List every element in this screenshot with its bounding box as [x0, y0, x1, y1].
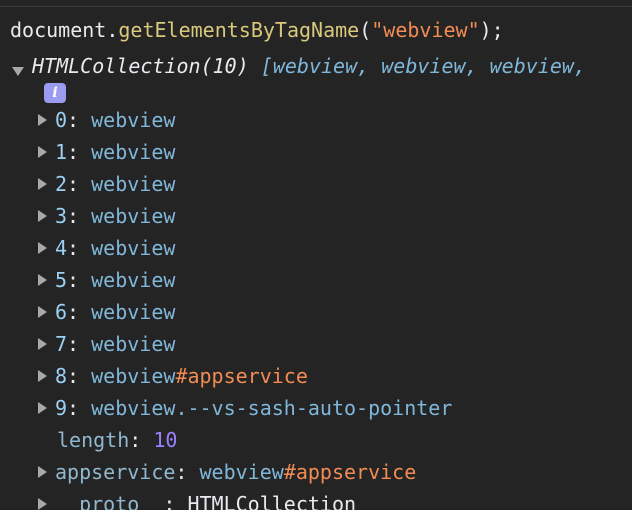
item-tag[interactable]: webview	[91, 108, 175, 132]
item-tag[interactable]: webview	[91, 300, 175, 324]
expand-triangle-icon[interactable]	[38, 497, 47, 510]
item-tag[interactable]: webview	[91, 236, 175, 260]
item-tag[interactable]: webview	[91, 268, 175, 292]
command-object: document	[10, 18, 107, 42]
expand-triangle-icon[interactable]	[38, 113, 47, 126]
collection-item[interactable]: 9: webview.--vs-sash-auto-pointer	[38, 392, 452, 424]
item-key: 0	[55, 108, 68, 132]
preview-open: [	[260, 54, 273, 78]
expand-triangle-icon[interactable]	[38, 369, 47, 382]
item-class-suffix: .--vs-sash-auto-pointer	[175, 396, 453, 420]
collection-item[interactable]: 7: webview	[38, 328, 175, 360]
command-argument: "webview"	[371, 18, 480, 42]
item-key: 8	[55, 364, 68, 388]
appservice-tag[interactable]: webview	[200, 460, 284, 484]
command-close: );	[479, 18, 504, 42]
console-command: document.getElementsByTagName("webview")…	[10, 14, 504, 46]
collection-item[interactable]: 3: webview	[38, 200, 175, 232]
length-value: 10	[153, 428, 178, 452]
result-header[interactable]: HTMLCollection(10) [webview, webview, we…	[12, 50, 586, 82]
item-key: 4	[55, 236, 68, 260]
expand-triangle-icon[interactable]	[38, 337, 47, 350]
expand-triangle-icon[interactable]	[38, 401, 47, 414]
collection-item[interactable]: 1: webview	[38, 136, 175, 168]
length-key: length	[57, 428, 130, 452]
item-key: 5	[55, 268, 68, 292]
command-dot: .	[106, 18, 119, 42]
appservice-property[interactable]: appservice: webview#appservice	[38, 456, 416, 488]
item-tag[interactable]: webview	[91, 140, 175, 164]
collection-item[interactable]: 4: webview	[38, 232, 175, 264]
appservice-key: appservice	[55, 460, 176, 484]
preview-sep-0: ,	[357, 54, 382, 78]
length-property: length: 10	[57, 428, 178, 452]
collection-item[interactable]: 8: webview#appservice	[38, 360, 308, 392]
proto-value: HTMLCollection	[187, 492, 357, 510]
item-tag[interactable]: webview	[91, 204, 175, 228]
result-type: HTMLCollection(10)	[32, 54, 249, 78]
preview-item-0: webview	[272, 54, 358, 78]
command-method: getElementsByTagName	[118, 18, 360, 42]
collection-item[interactable]: 2: webview	[38, 168, 175, 200]
item-tag[interactable]: webview	[91, 396, 175, 420]
expand-triangle-icon[interactable]	[38, 305, 47, 318]
proto-property[interactable]: __proto__: HTMLCollection	[38, 488, 356, 510]
collection-item[interactable]: 5: webview	[38, 264, 175, 296]
appservice-id-suffix: #appservice	[283, 460, 417, 484]
preview-item-2: webview	[489, 54, 574, 78]
item-tag[interactable]: webview	[91, 332, 175, 356]
item-id-suffix: #appservice	[175, 364, 308, 388]
preview-sep-1: ,	[465, 54, 490, 78]
expand-triangle-icon[interactable]	[38, 465, 47, 478]
expand-triangle-icon[interactable]	[38, 241, 47, 254]
info-icon[interactable]: i	[44, 83, 66, 103]
item-tag[interactable]: webview	[91, 172, 175, 196]
collection-item[interactable]: 6: webview	[38, 296, 175, 328]
item-key: 6	[55, 300, 68, 324]
collapse-triangle-icon[interactable]	[12, 67, 24, 76]
preview-trail: ,	[573, 54, 586, 78]
previous-output-divider	[0, 0, 632, 7]
item-key: 2	[55, 172, 68, 196]
preview-item-1: webview	[381, 54, 466, 78]
item-tag[interactable]: webview	[91, 364, 175, 388]
item-key: 1	[55, 140, 68, 164]
command-open-paren: (	[359, 18, 372, 42]
expand-triangle-icon[interactable]	[38, 209, 47, 222]
item-key: 9	[55, 396, 68, 420]
collection-item[interactable]: 0: webview	[38, 104, 175, 136]
expand-triangle-icon[interactable]	[38, 273, 47, 286]
item-key: 7	[55, 332, 68, 356]
expand-triangle-icon[interactable]	[38, 177, 47, 190]
item-key: 3	[55, 204, 68, 228]
proto-key: __proto__	[55, 492, 164, 510]
expand-triangle-icon[interactable]	[38, 145, 47, 158]
